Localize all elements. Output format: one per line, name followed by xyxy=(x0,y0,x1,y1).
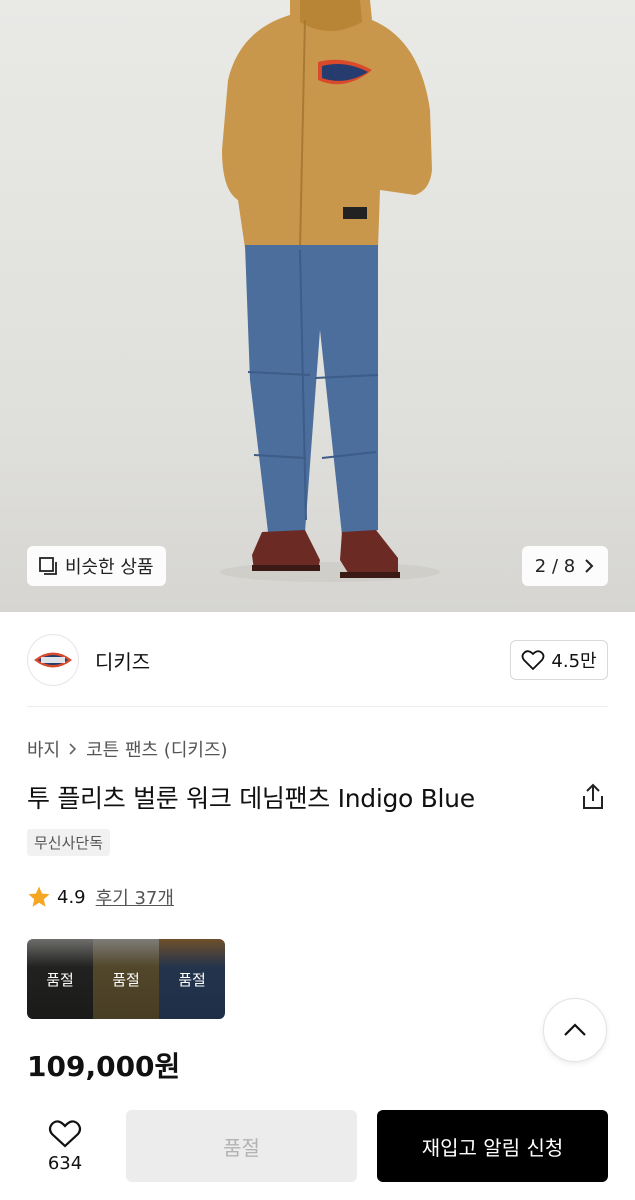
breadcrumb: 바지 코튼 팬츠 (디키즈) xyxy=(27,736,228,762)
chevron-right-icon xyxy=(585,559,594,573)
soldout-overlay: 품절 xyxy=(27,939,93,1019)
chevron-right-icon xyxy=(69,743,77,755)
wishlist-count: 634 xyxy=(47,1152,83,1174)
brand-name[interactable]: 디키즈 xyxy=(95,646,150,675)
color-option-khaki[interactable]: 품절 xyxy=(93,939,159,1019)
wishlist-button[interactable]: 634 xyxy=(27,1112,103,1180)
product-photo xyxy=(220,0,440,582)
brand-like-count: 4.5만 xyxy=(551,651,597,672)
similar-products-label: 비슷한 상품 xyxy=(65,557,154,578)
chevron-up-icon xyxy=(564,1023,586,1036)
breadcrumb-category[interactable]: 바지 xyxy=(27,736,60,762)
divider xyxy=(27,706,608,707)
product-title: 투 플리츠 벌룬 워크 데님팬츠 Indigo Blue xyxy=(27,784,475,813)
similar-products-button[interactable]: 비슷한 상품 xyxy=(27,546,166,586)
heart-icon xyxy=(522,650,545,671)
bottom-action-bar: 634 품절 재입고 알림 신청 xyxy=(0,1098,635,1200)
heart-icon xyxy=(48,1119,82,1147)
restock-alert-button[interactable]: 재입고 알림 신청 xyxy=(377,1110,608,1182)
pager-text: 2 / 8 xyxy=(534,555,576,577)
brand-like-button[interactable]: 4.5만 xyxy=(510,640,608,680)
dickies-logo-icon xyxy=(34,652,72,668)
brand-row: 디키즈 4.5만 xyxy=(27,633,608,687)
product-price: 109,000원 xyxy=(27,1050,181,1083)
breadcrumb-subcategory[interactable]: 코튼 팬츠 (디키즈) xyxy=(86,736,227,762)
product-image[interactable]: 비슷한 상품 2 / 8 xyxy=(0,0,635,612)
star-icon xyxy=(28,886,50,907)
soldout-button: 품절 xyxy=(126,1110,357,1182)
share-icon[interactable] xyxy=(578,782,608,812)
brand-logo[interactable] xyxy=(27,634,79,686)
soldout-overlay: 품절 xyxy=(159,939,225,1019)
rating-score: 4.9 xyxy=(57,886,86,908)
image-pager[interactable]: 2 / 8 xyxy=(522,546,608,586)
color-options: 품절 품절 품절 xyxy=(27,939,225,1019)
review-count-link[interactable]: 후기 37개 xyxy=(96,884,174,910)
soldout-overlay: 품절 xyxy=(93,939,159,1019)
scroll-top-button[interactable] xyxy=(543,998,607,1062)
exclusive-tag: 무신사단독 xyxy=(27,829,111,856)
color-option-indigo[interactable]: 품절 xyxy=(159,939,225,1019)
rating-row[interactable]: 4.9 후기 37개 xyxy=(27,884,174,910)
color-option-black[interactable]: 품절 xyxy=(27,939,93,1019)
similar-icon xyxy=(39,557,57,575)
